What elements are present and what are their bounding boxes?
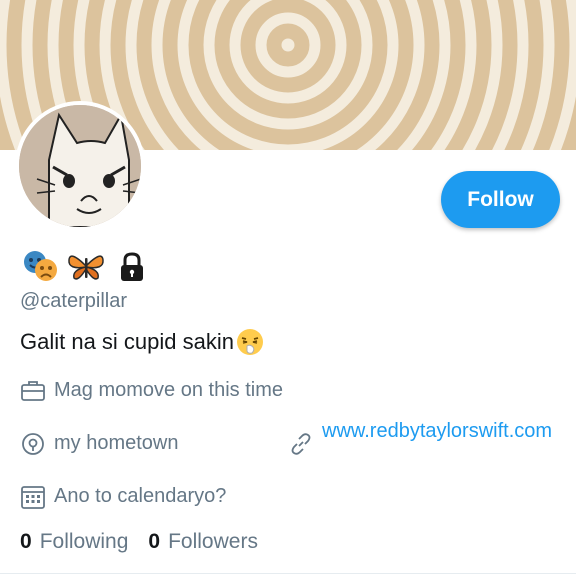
sneezing-face-icon xyxy=(235,327,265,357)
work-text: Mag momove on this time xyxy=(54,379,283,401)
follow-button[interactable]: Follow xyxy=(441,171,560,228)
followers-count: 0 xyxy=(148,530,161,553)
following-label: Following xyxy=(39,530,129,553)
location-pin-icon xyxy=(20,431,46,457)
avatar[interactable] xyxy=(15,101,145,231)
bio-text: Galit na si cupid sakin xyxy=(20,329,234,354)
followers-label: Followers xyxy=(168,530,258,553)
follow-stats: 0 Following 0 Followers xyxy=(20,529,258,555)
profile-location: my hometown xyxy=(20,431,179,457)
angry-cat-avatar-image xyxy=(19,105,141,227)
lock-icon xyxy=(112,248,152,284)
performing-arts-icon xyxy=(20,248,60,284)
website-link[interactable]: www.redbytaylorswift.com xyxy=(322,419,562,444)
username-handle: @caterpillar xyxy=(20,290,128,312)
followers-stat[interactable]: 0 Followers xyxy=(148,529,258,555)
location-text: my hometown xyxy=(54,432,179,454)
link-icon xyxy=(288,431,314,457)
joined-text: Ano to calendaryo? xyxy=(54,485,227,507)
profile-work: Mag momove on this time xyxy=(20,378,283,404)
calendar-icon xyxy=(20,484,46,510)
following-count: 0 xyxy=(20,530,32,553)
following-stat[interactable]: 0 Following xyxy=(20,529,128,555)
butterfly-icon xyxy=(66,248,106,284)
bio: Galit na si cupid sakin xyxy=(20,327,265,357)
profile-website[interactable]: www.redbytaylorswift.com xyxy=(288,419,562,457)
display-name-emojis xyxy=(20,248,152,284)
profile-joined: Ano to calendaryo? xyxy=(20,484,226,510)
briefcase-icon xyxy=(20,378,46,404)
divider xyxy=(0,573,576,574)
